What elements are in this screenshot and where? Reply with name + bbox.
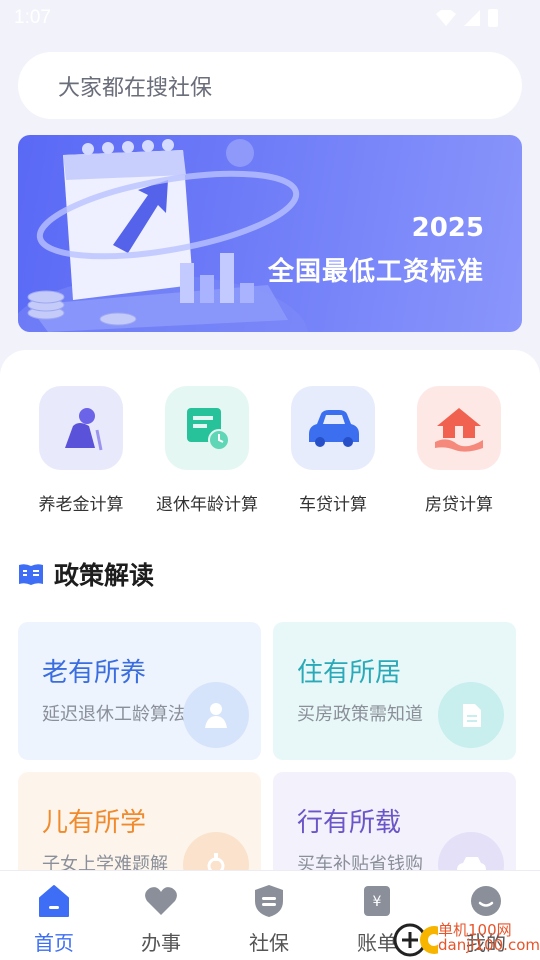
card-title: 老有所养 — [42, 658, 147, 688]
tool-grid: 养老金计算 退休年龄计算 车贷计算 房贷计算 — [0, 386, 540, 526]
signal-icon — [464, 10, 480, 26]
tool-label: 房贷计算 — [425, 495, 493, 515]
svg-text:¥: ¥ — [373, 894, 382, 910]
tab-home[interactable]: 首页 — [9, 883, 99, 956]
battery-icon — [488, 9, 498, 27]
search-input[interactable]: 大家都在搜社保 — [18, 52, 522, 119]
tool-icon-bg — [39, 386, 123, 470]
status-bar: 1:07 — [0, 0, 540, 36]
tab-label: 办事 — [141, 931, 181, 955]
retirement-calendar-icon — [187, 408, 230, 451]
tab-label: 首页 — [34, 931, 74, 955]
document-icon — [463, 704, 481, 727]
card-decoration — [438, 682, 504, 748]
card-decoration — [183, 682, 249, 748]
watermark-logo-icon — [393, 923, 438, 957]
watermark-line2: danji100.com — [438, 936, 540, 954]
main-panel: 养老金计算 退休年龄计算 车贷计算 房贷计算 政策解读 老有所养 延迟退休工龄算… — [0, 350, 540, 910]
tool-icon-bg — [165, 386, 249, 470]
section-title: 政策解读 — [54, 561, 155, 590]
card-title: 行有所载 — [297, 808, 402, 838]
policy-card-housing[interactable]: 住有所居 买房政策需知道 — [273, 622, 516, 760]
tool-pension-calculator[interactable]: 养老金计算 — [16, 386, 146, 515]
tab-label: 社保 — [249, 931, 289, 955]
book-icon — [19, 564, 43, 585]
car-icon — [309, 410, 359, 447]
tool-mortgage-calculator[interactable]: 房贷计算 — [394, 386, 524, 515]
card-title: 住有所居 — [297, 658, 402, 688]
tool-label: 养老金计算 — [38, 495, 124, 515]
search-placeholder: 大家都在搜社保 — [58, 75, 213, 101]
elderly-person-icon — [65, 408, 103, 451]
tool-icon-bg — [291, 386, 375, 470]
profile-icon — [441, 883, 531, 919]
shield-icon — [224, 883, 314, 919]
tool-car-loan-calculator[interactable]: 车贷计算 — [268, 386, 398, 515]
status-time: 1:07 — [14, 7, 51, 28]
tool-icon-bg — [417, 386, 501, 470]
policy-section-header: 政策解读 — [18, 556, 154, 592]
banner-year: 2025 — [411, 213, 484, 243]
card-title: 儿有所学 — [42, 808, 147, 838]
tool-label: 车贷计算 — [299, 495, 367, 515]
wifi-icon — [436, 10, 456, 26]
house-hand-icon — [435, 408, 483, 452]
heart-icon — [116, 883, 206, 919]
worker-icon — [205, 703, 227, 728]
status-icons — [436, 9, 498, 27]
tab-social-security[interactable]: 社保 — [224, 883, 314, 956]
bill-icon: ¥ — [332, 883, 422, 919]
tool-retirement-age-calculator[interactable]: 退休年龄计算 — [142, 386, 272, 515]
card-subtitle: 延迟退休工龄算法 — [42, 704, 186, 725]
promo-banner[interactable]: 2025 全国最低工资标准 — [18, 135, 522, 332]
site-watermark: 单机100网 danji100.com — [392, 916, 540, 960]
tab-services[interactable]: 办事 — [116, 883, 206, 956]
policy-card-pension[interactable]: 老有所养 延迟退休工龄算法 — [18, 622, 261, 760]
banner-title: 全国最低工资标准 — [267, 257, 484, 287]
tool-label: 退休年龄计算 — [156, 495, 258, 515]
home-icon — [9, 883, 99, 919]
card-subtitle: 买房政策需知道 — [297, 704, 423, 725]
